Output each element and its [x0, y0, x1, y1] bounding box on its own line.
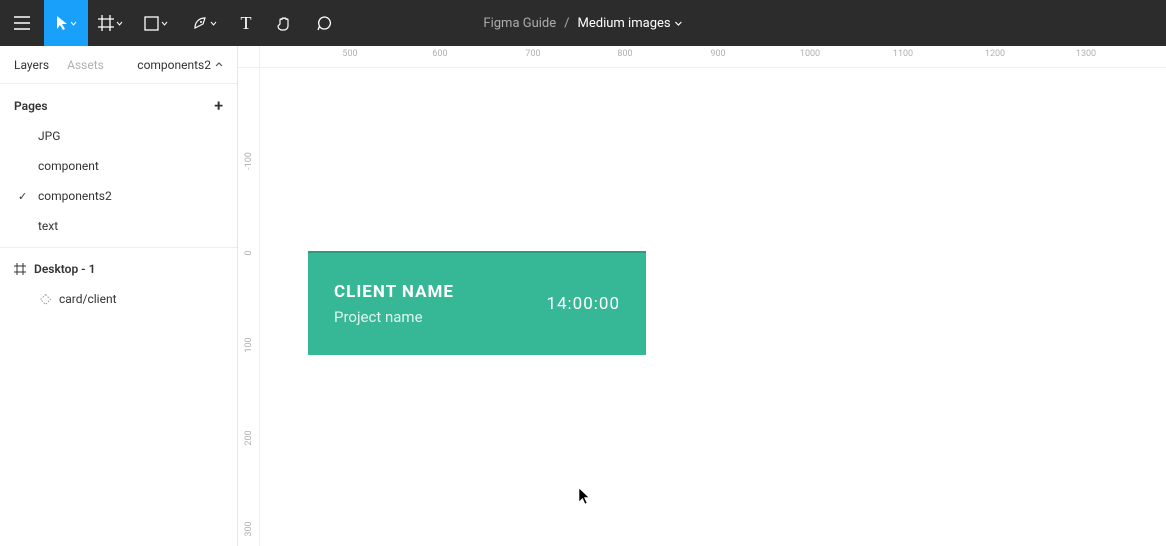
- page-select-dropdown[interactable]: components2: [137, 58, 223, 72]
- frame-icon: [14, 263, 26, 275]
- move-tool-button[interactable]: [44, 0, 88, 46]
- add-page-button[interactable]: +: [214, 96, 223, 115]
- doc-name-label[interactable]: Medium images: [578, 16, 683, 31]
- left-sidebar: Layers Assets components2 Pages + JPG co…: [0, 46, 238, 546]
- card-time: 14:00:00: [546, 294, 620, 314]
- text-tool-button[interactable]: T: [228, 0, 264, 46]
- sidebar-tabs: Layers Assets components2: [0, 46, 237, 84]
- pen-tool-button[interactable]: [180, 0, 228, 46]
- page-item-component[interactable]: component: [0, 151, 237, 181]
- page-item-text[interactable]: text: [0, 211, 237, 241]
- ruler-corner: [238, 46, 260, 68]
- chevron-up-icon: [215, 62, 223, 67]
- hand-tool-button[interactable]: [264, 0, 304, 46]
- comment-tool-button[interactable]: [304, 0, 344, 46]
- pages-header: Pages +: [0, 84, 237, 121]
- shape-tool-button[interactable]: [132, 0, 180, 46]
- top-toolbar: T Figma Guide / Medium images: [0, 0, 1166, 46]
- mouse-cursor-icon: [578, 487, 590, 505]
- card-project-name: Project name: [334, 308, 454, 326]
- sidebar-divider: [0, 247, 237, 248]
- vertical-ruler: -100 0 100 200 300: [238, 68, 260, 546]
- frame-tool-button[interactable]: [88, 0, 132, 46]
- document-title[interactable]: Figma Guide / Medium images: [483, 16, 682, 31]
- canvas[interactable]: 500 600 700 800 900 1000 1100 1200 1300 …: [238, 46, 1166, 546]
- main-menu-button[interactable]: [0, 0, 44, 46]
- doc-parent-label: Figma Guide: [483, 16, 556, 31]
- page-item-jpg[interactable]: JPG: [0, 121, 237, 151]
- layer-item-card-client[interactable]: card/client: [0, 284, 237, 314]
- tab-layers[interactable]: Layers: [14, 58, 49, 72]
- card-client-name: CLIENT NAME: [334, 282, 454, 302]
- chevron-down-icon: [675, 21, 683, 26]
- card-client-component[interactable]: CLIENT NAME Project name 14:00:00: [308, 251, 646, 355]
- frame-item-desktop-1[interactable]: Desktop - 1: [0, 254, 237, 284]
- component-instance-icon: [40, 294, 51, 305]
- pages-label: Pages: [14, 99, 48, 113]
- breadcrumb-separator: /: [564, 16, 569, 31]
- horizontal-ruler: 500 600 700 800 900 1000 1100 1200 1300 …: [260, 46, 1166, 68]
- page-item-components2[interactable]: components2: [0, 181, 237, 211]
- tab-assets[interactable]: Assets: [67, 58, 104, 72]
